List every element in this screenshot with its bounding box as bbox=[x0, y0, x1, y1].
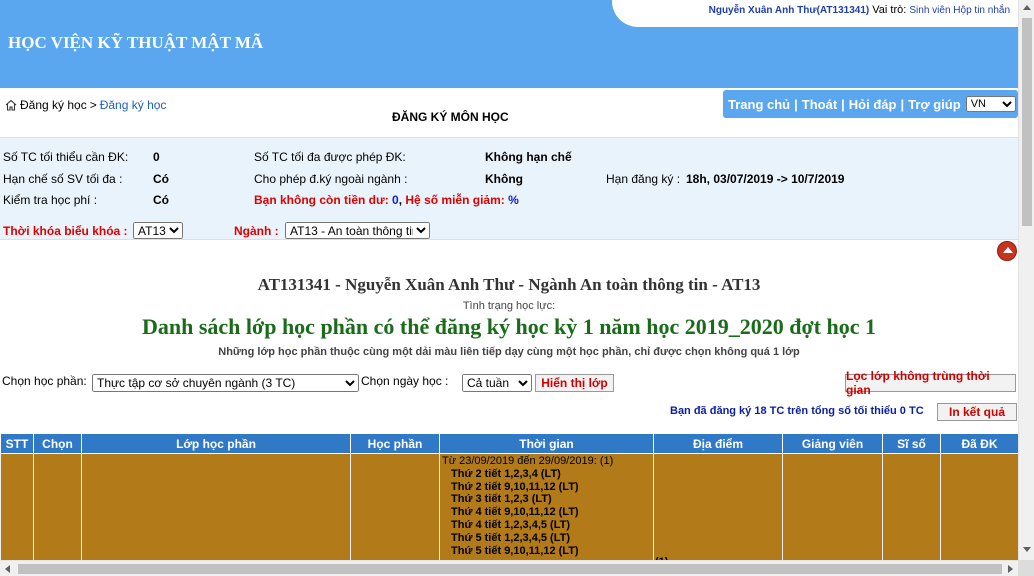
student-info-line: AT131341 - Nguyễn Xuân Anh Thư - Ngành A… bbox=[257, 275, 761, 294]
other-major-value: Không bbox=[485, 172, 523, 186]
vertical-scroll-thumb[interactable] bbox=[1022, 18, 1032, 226]
max-credits-value: Không hạn chế bbox=[485, 150, 572, 164]
user-bar: Nguyễn Xuân Anh Thư(AT131341) Vai trò: S… bbox=[612, 0, 1018, 27]
home-icon bbox=[5, 99, 17, 111]
col-select: Chọn bbox=[33, 433, 82, 454]
balance-value: 0 bbox=[392, 193, 399, 207]
table-row: Từ 23/09/2019 đến 29/09/2019: (1) Thứ 2 … bbox=[0, 453, 1018, 576]
header-bar: HỌC VIỆN KỸ THUẬT MẬT MÃ Nguyễn Xuân Anh… bbox=[0, 0, 1018, 88]
deadline-value: 18h, 03/07/2019 -> 10/7/2019 bbox=[686, 172, 845, 186]
time-slot: Thứ 2 tiết 9,10,11,12 (LT) bbox=[451, 480, 579, 493]
horizontal-scrollbar[interactable] bbox=[0, 560, 1018, 576]
other-major-label: Cho phép đ.ký ngoài ngành : bbox=[254, 172, 408, 186]
cell-class bbox=[81, 453, 351, 576]
col-registered: Đã ĐK bbox=[940, 433, 1018, 454]
time-slot: Thứ 4 tiết 1,2,3,4,5 (LT) bbox=[451, 518, 571, 531]
page-title: ĐĂNG KÝ MÔN HỌC bbox=[392, 110, 509, 124]
discount-label: Hệ số miễn giảm: bbox=[405, 193, 505, 207]
nav-separator: | bbox=[794, 96, 798, 112]
scroll-up-arrow-icon[interactable] bbox=[1023, 5, 1031, 10]
col-time: Thời gian bbox=[439, 433, 654, 454]
language-select[interactable]: VN bbox=[965, 96, 1016, 112]
breadcrumb-home[interactable]: Đăng ký học bbox=[20, 98, 87, 112]
nav-logout[interactable]: Thoát bbox=[802, 97, 837, 112]
nav-separator: | bbox=[841, 96, 845, 112]
top-nav: Trang chủ | Thoát | Hỏi đáp | Trợ giúp V… bbox=[723, 90, 1018, 118]
registration-info-panel: Số TC tối thiểu cần ĐK: 0 Số TC tối đa đ… bbox=[0, 137, 1018, 240]
academic-status-label: Tình trạng học lực: bbox=[462, 300, 556, 312]
timetable-select[interactable]: AT13 bbox=[133, 222, 183, 239]
limit-students-value: Có bbox=[153, 172, 169, 186]
cell-capacity bbox=[882, 453, 941, 576]
time-slot: Thứ 3 tiết 1,2,3 (LT) bbox=[451, 493, 552, 506]
time-slot: Thứ 2 tiết 1,2,3,4 (LT) bbox=[451, 467, 561, 480]
fee-check-value: Có bbox=[153, 193, 169, 207]
class-list-note: Những lớp học phần thuộc cùng một dải mà… bbox=[218, 346, 800, 358]
col-course: Học phần bbox=[350, 433, 440, 454]
nav-separator: | bbox=[900, 96, 905, 112]
cell-stt bbox=[0, 453, 34, 576]
nav-faq[interactable]: Hỏi đáp bbox=[849, 97, 897, 112]
deadline-label: Hạn đăng ký : bbox=[606, 172, 681, 186]
min-credits-value: 0 bbox=[153, 150, 160, 164]
col-lecturer: Giảng viên bbox=[782, 433, 883, 454]
nav-help[interactable]: Trợ giúp bbox=[908, 97, 961, 112]
cell-lecturer bbox=[782, 453, 883, 576]
cell-select[interactable] bbox=[33, 453, 82, 576]
col-stt: STT bbox=[0, 433, 34, 454]
cell-course bbox=[350, 453, 440, 576]
major-select[interactable]: AT13 - An toàn thông tin bbox=[285, 222, 430, 239]
print-result-button[interactable]: In kết quả bbox=[937, 403, 1017, 421]
scroll-right-arrow-icon[interactable] bbox=[1008, 565, 1013, 573]
table-header-row: STT Chọn Lớp học phần Học phần Thời gian… bbox=[0, 433, 1018, 454]
timetable-label: Thời khóa biểu khóa : bbox=[3, 224, 128, 238]
course-select[interactable]: Thực tập cơ sở chuyên ngành (3 TC) bbox=[92, 374, 359, 392]
horizontal-scroll-thumb[interactable] bbox=[18, 564, 1002, 574]
role-value-link[interactable]: Sinh viên Hộp tin nhắn bbox=[909, 5, 1010, 16]
breadcrumb-current[interactable]: Đăng ký học bbox=[100, 98, 167, 112]
time-range-heading: Từ 23/09/2019 đến 29/09/2019: (1) bbox=[442, 455, 614, 467]
day-select[interactable]: Cả tuần bbox=[462, 374, 532, 392]
time-slot: Thứ 5 tiết 9,10,11,12 (LT) bbox=[451, 544, 579, 557]
major-label: Ngành : bbox=[234, 224, 279, 238]
class-table: STT Chọn Lớp học phần Học phần Thời gian… bbox=[0, 433, 1018, 576]
scroll-down-arrow-icon[interactable] bbox=[1023, 547, 1031, 552]
time-slot: Thứ 5 tiết 1,2,3,4,5 (LT) bbox=[451, 531, 571, 544]
fee-check-label: Kiểm tra học phí : bbox=[3, 193, 98, 207]
course-select-label: Chọn học phần: bbox=[2, 374, 87, 388]
vertical-scrollbar[interactable] bbox=[1018, 0, 1034, 576]
role-label: Vai trò: bbox=[872, 4, 907, 16]
registered-credits-text: Bạn đã đăng ký 18 TC trên tổng số tối th… bbox=[670, 405, 924, 417]
cell-location: (1) bbox=[653, 453, 783, 576]
scroll-top-icon[interactable] bbox=[997, 241, 1017, 261]
nav-home[interactable]: Trang chủ bbox=[728, 97, 790, 112]
balance-info: Bạn không còn tiền dư: 0, Hệ số miễn giả… bbox=[254, 193, 519, 207]
show-classes-button[interactable]: Hiển thị lớp bbox=[535, 374, 614, 392]
cell-registered bbox=[940, 453, 1018, 576]
balance-label: Bạn không còn tiền dư: bbox=[254, 193, 389, 207]
min-credits-label: Số TC tối thiểu cần ĐK: bbox=[3, 150, 129, 164]
col-class: Lớp học phần bbox=[81, 433, 351, 454]
scroll-left-arrow-icon[interactable] bbox=[5, 565, 10, 573]
breadcrumb: Đăng ký học > Đăng ký học bbox=[5, 98, 166, 112]
cell-time: Từ 23/09/2019 đến 29/09/2019: (1) Thứ 2 … bbox=[439, 453, 654, 576]
day-select-label: Chọn ngày học : bbox=[361, 374, 449, 388]
breadcrumb-separator: > bbox=[89, 98, 97, 112]
col-capacity: Sĩ số bbox=[882, 433, 941, 454]
filter-no-conflict-button[interactable]: Lọc lớp không trùng thời gian bbox=[845, 369, 1016, 397]
time-slot: Thứ 4 tiết 9,10,11,12 (LT) bbox=[451, 506, 579, 519]
scrollbar-corner bbox=[1018, 560, 1034, 576]
page: HỌC VIỆN KỸ THUẬT MẬT MÃ Nguyễn Xuân Anh… bbox=[0, 0, 1018, 576]
limit-students-label: Hạn chế số SV tối đa : bbox=[3, 172, 123, 186]
max-credits-label: Số TC tối đa được phép ĐK: bbox=[254, 150, 406, 164]
col-location: Địa điểm bbox=[653, 433, 783, 454]
user-name-link[interactable]: Nguyễn Xuân Anh Thư(AT131341) bbox=[709, 5, 870, 16]
institution-title: HỌC VIỆN KỸ THUẬT MẬT MÃ bbox=[8, 33, 264, 52]
class-list-title: Danh sách lớp học phần có thể đăng ký họ… bbox=[142, 314, 876, 339]
discount-value: % bbox=[508, 193, 519, 207]
